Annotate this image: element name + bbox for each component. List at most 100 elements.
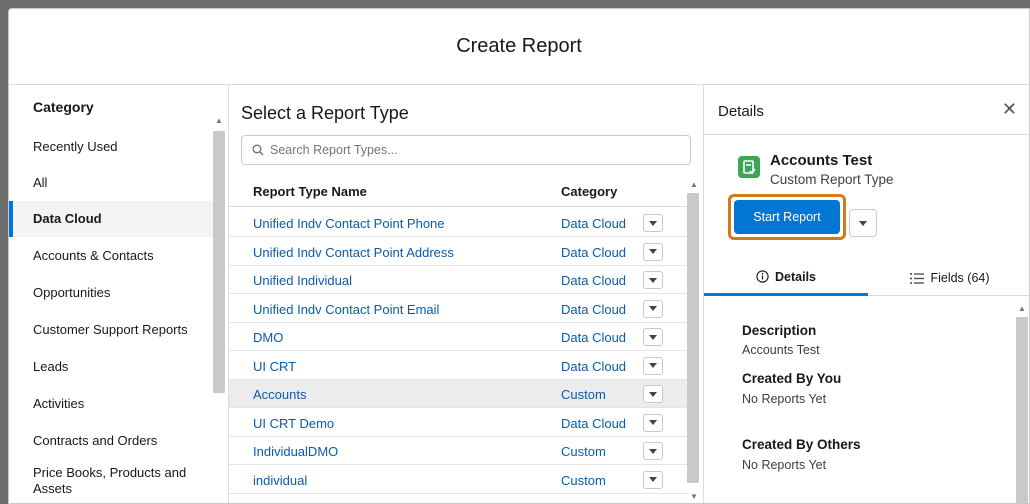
category-item-accounts-contacts[interactable]: Accounts & Contacts xyxy=(9,238,213,274)
table-row[interactable]: UI CRT Demo Data Cloud xyxy=(229,409,689,437)
report-type-category: Data Cloud xyxy=(561,415,627,431)
report-type-name: Accounts Test xyxy=(770,152,873,169)
report-type-link[interactable]: UI CRT Demo xyxy=(253,416,334,431)
chevron-down-icon xyxy=(649,391,657,397)
description-label: Description xyxy=(742,323,817,338)
table-row[interactable]: IndividualDMO Custom xyxy=(229,437,689,465)
details-title: Details xyxy=(718,103,764,120)
row-action-button[interactable] xyxy=(643,214,663,232)
tab-fields-label: Fields (64) xyxy=(930,271,990,285)
details-panel: Details ✕ Accounts Test Custom Report Ty… xyxy=(703,85,1029,503)
table-row[interactable]: Accounts Custom xyxy=(229,380,689,408)
search-input[interactable] xyxy=(270,143,650,157)
search-icon xyxy=(252,144,264,156)
table-row[interactable]: Unified Indv Contact Point Address Data C… xyxy=(229,238,689,266)
modal-header: Create Report xyxy=(9,9,1029,85)
details-scroll-up-icon[interactable]: ▲ xyxy=(1018,305,1026,313)
close-icon[interactable]: ✕ xyxy=(1002,99,1017,120)
report-type-link[interactable]: Unified Indv Contact Point Phone xyxy=(253,216,445,231)
chevron-down-icon xyxy=(649,277,657,283)
chevron-down-icon xyxy=(859,220,867,226)
table-row[interactable]: UI CRT Data Cloud xyxy=(229,352,689,380)
table-row[interactable]: Unified Individual Data Cloud xyxy=(229,266,689,294)
create-report-modal: Create Report Category Recently Used All… xyxy=(8,8,1030,504)
chevron-down-icon xyxy=(649,448,657,454)
table-scrollbar[interactable] xyxy=(687,193,699,483)
search-box[interactable] xyxy=(241,135,691,165)
row-action-button[interactable] xyxy=(643,470,663,489)
row-action-button[interactable] xyxy=(643,442,663,460)
row-action-button[interactable] xyxy=(643,356,663,375)
chevron-down-icon xyxy=(649,334,657,340)
column-header-name: Report Type Name xyxy=(253,184,367,199)
table-row[interactable]: DMO Data Cloud xyxy=(229,323,689,351)
category-item-opportunities[interactable]: Opportunities xyxy=(9,275,213,311)
created-by-others-value: No Reports Yet xyxy=(742,458,827,472)
tab-details-label: Details xyxy=(775,269,816,284)
report-type-link[interactable]: IndividualDMO xyxy=(253,444,338,459)
category-item-label: Contracts and Orders xyxy=(33,432,158,448)
report-type-category: Custom xyxy=(561,444,606,459)
report-type-subtitle: Custom Report Type xyxy=(770,172,894,187)
table-row[interactable]: Unified Indv Contact Point Phone Data Clo… xyxy=(229,209,689,237)
category-item-label: Leads xyxy=(33,358,69,374)
report-type-link[interactable]: DMO xyxy=(253,330,283,345)
chevron-down-icon xyxy=(649,363,657,368)
report-type-link[interactable]: UI CRT xyxy=(253,359,296,374)
row-action-button[interactable] xyxy=(643,299,663,318)
row-action-button[interactable] xyxy=(643,242,663,261)
report-type-category: Data Cloud xyxy=(561,301,627,317)
category-item-contracts-orders[interactable]: Contracts and Orders xyxy=(9,423,213,459)
report-type-link[interactable]: Unified Indv Contact Point Address xyxy=(253,245,454,260)
category-item-label: Price Books, Products and Assets xyxy=(33,464,187,496)
category-item-activities[interactable]: Activities xyxy=(9,386,213,422)
category-item-leads[interactable]: Leads xyxy=(9,349,213,385)
category-item-data-cloud[interactable]: Data Cloud xyxy=(9,201,213,237)
category-item-all[interactable]: All xyxy=(9,165,213,201)
table-scroll-up-icon[interactable]: ▲ xyxy=(690,181,698,189)
created-by-others-label: Created By Others xyxy=(742,437,861,452)
details-scrollbar[interactable] xyxy=(1016,317,1028,503)
tab-fields[interactable]: Fields (64) xyxy=(868,260,1029,296)
category-item-customer-support[interactable]: Customer Support Reports xyxy=(9,312,213,348)
report-type-link[interactable]: Accounts xyxy=(253,387,306,402)
report-type-link[interactable]: Unified Individual xyxy=(253,273,352,288)
row-action-button[interactable] xyxy=(643,271,663,289)
chevron-down-icon xyxy=(649,477,657,482)
category-item-recently-used[interactable]: Recently Used xyxy=(9,129,213,165)
row-action-button[interactable] xyxy=(643,385,663,403)
created-by-you-value: No Reports Yet xyxy=(742,392,827,406)
report-type-link[interactable]: individual xyxy=(253,473,307,488)
row-action-button[interactable] xyxy=(643,413,663,432)
category-item-label: All xyxy=(33,174,48,190)
table-scroll-down-icon[interactable]: ▼ xyxy=(690,493,698,501)
details-body: Description Accounts Test Created By You… xyxy=(704,297,1029,503)
category-item-price-books[interactable]: Price Books, Products and Assets xyxy=(9,459,199,503)
category-panel: Category Recently Used All Data Cloud Ac… xyxy=(9,85,229,503)
description-value: Accounts Test xyxy=(742,343,820,357)
chevron-down-icon xyxy=(649,420,657,425)
report-type-category: Custom xyxy=(561,472,606,488)
table-row[interactable]: individual Custom xyxy=(229,466,689,494)
start-report-button[interactable]: Start Report xyxy=(734,200,840,234)
report-type-category: Data Cloud xyxy=(561,216,627,231)
start-report-menu-button[interactable] xyxy=(849,209,877,237)
table-row[interactable]: Unified Indv Contact Point Email Data Clo… xyxy=(229,295,689,323)
category-item-label: Opportunities xyxy=(33,284,111,300)
row-action-button[interactable] xyxy=(643,328,663,346)
report-type-category: Data Cloud xyxy=(561,244,627,260)
report-type-icon xyxy=(738,156,760,178)
chevron-down-icon xyxy=(649,249,657,254)
category-title: Category xyxy=(33,99,94,115)
category-item-label: Accounts & Contacts xyxy=(33,247,154,263)
modal-title: Create Report xyxy=(456,35,582,57)
report-type-category: Data Cloud xyxy=(561,273,627,288)
category-scrollbar[interactable] xyxy=(213,131,225,393)
chevron-down-icon xyxy=(649,220,657,226)
category-item-label: Customer Support Reports xyxy=(33,321,188,337)
tab-details[interactable]: Details xyxy=(704,260,868,296)
scroll-up-arrow-icon[interactable]: ▲ xyxy=(215,117,223,125)
category-item-label: Recently Used xyxy=(33,138,118,154)
list-icon xyxy=(910,272,925,284)
report-type-link[interactable]: Unified Indv Contact Point Email xyxy=(253,302,439,317)
